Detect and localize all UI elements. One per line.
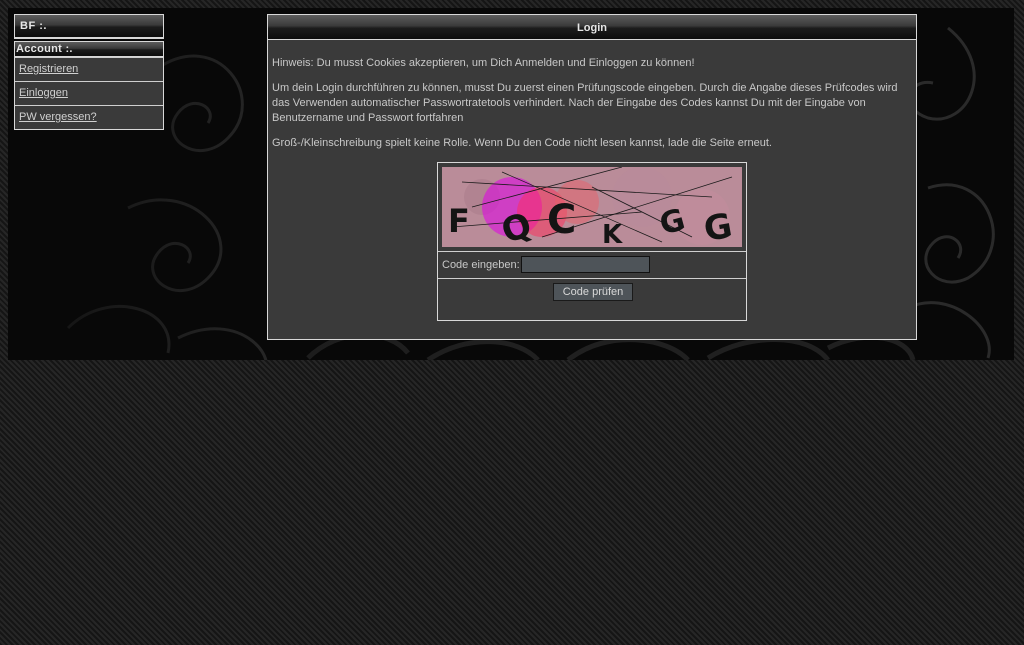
captcha-explanation: Um dein Login durchführen zu können, mus…	[272, 82, 898, 124]
sidebar-item-einloggen[interactable]: Einloggen	[15, 81, 163, 105]
site-title-box: BF :.	[14, 14, 164, 39]
captcha-button-row: Code prüfen	[438, 279, 746, 319]
case-hint: Groß-/Kleinschreibung spielt keine Rolle…	[272, 137, 772, 149]
captcha-char: C	[547, 197, 576, 243]
login-panel: Login Hinweis: Du musst Cookies akzeptie…	[267, 14, 917, 340]
captcha-form: F Q C K G G Code eingeben: Code prüfen	[437, 162, 747, 321]
sidebar-item-registrieren[interactable]: Registrieren	[15, 57, 163, 81]
captcha-image-row: F Q C K G G	[438, 163, 746, 252]
cookie-hint: Hinweis: Du musst Cookies akzeptieren, u…	[272, 57, 695, 69]
login-content: Hinweis: Du musst Cookies akzeptieren, u…	[268, 40, 916, 151]
sidebar: BF :. Account :. Registrieren Einloggen …	[14, 14, 164, 130]
captcha-char: F	[448, 202, 470, 240]
account-header: Account :.	[15, 42, 163, 57]
site-title: BF :.	[15, 15, 163, 38]
captcha-image: F Q C K G G	[442, 167, 742, 247]
login-title: Login	[268, 15, 916, 40]
captcha-input-row: Code eingeben:	[438, 252, 746, 279]
captcha-input-label: Code eingeben:	[442, 259, 520, 271]
sidebar-item-pw-vergessen[interactable]: PW vergessen?	[15, 105, 163, 129]
captcha-char: K	[602, 220, 623, 247]
account-menu: Account :. Registrieren Einloggen PW ver…	[14, 41, 164, 130]
check-code-button[interactable]: Code prüfen	[553, 283, 633, 301]
captcha-input[interactable]	[521, 256, 650, 273]
